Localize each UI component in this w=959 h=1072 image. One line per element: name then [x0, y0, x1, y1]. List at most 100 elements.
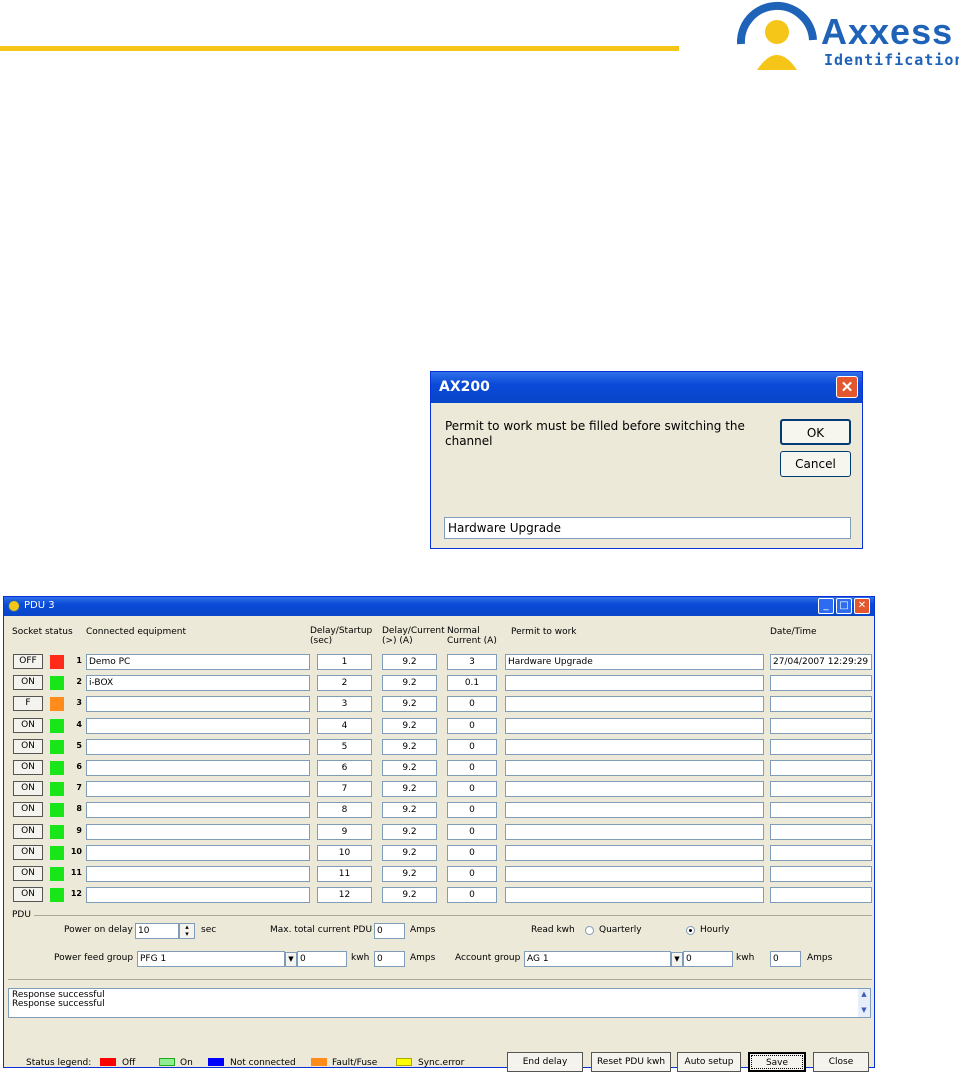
- socket-toggle-button[interactable]: ON: [13, 781, 43, 797]
- normal-current-input[interactable]: 0: [447, 781, 497, 798]
- socket-toggle-button[interactable]: ON: [13, 823, 43, 839]
- socket-toggle-button[interactable]: ON: [13, 844, 43, 860]
- log-scrollbar[interactable]: ▲ ▼: [858, 989, 870, 1017]
- socket-toggle-button[interactable]: ON: [13, 717, 43, 733]
- socket-toggle-button[interactable]: ON: [13, 738, 43, 754]
- datetime-input[interactable]: [770, 738, 872, 755]
- delay-current-input[interactable]: 9.2: [382, 738, 437, 755]
- equipment-input[interactable]: [86, 738, 310, 755]
- normal-current-input[interactable]: 0: [447, 866, 497, 882]
- normal-current-input[interactable]: 0.1: [447, 675, 497, 692]
- permit-to-work-input[interactable]: [505, 675, 764, 692]
- delay-current-input[interactable]: 9.2: [382, 654, 437, 670]
- normal-current-input[interactable]: 0: [447, 696, 497, 713]
- delay-current-input[interactable]: 9.2: [382, 844, 437, 861]
- equipment-input[interactable]: i-BOX: [86, 675, 310, 692]
- delay-current-input[interactable]: 9.2: [382, 802, 437, 819]
- permit-input[interactable]: Hardware Upgrade: [444, 517, 851, 539]
- scroll-down-icon[interactable]: ▼: [858, 1005, 870, 1015]
- socket-toggle-button[interactable]: ON: [13, 866, 43, 881]
- delay-current-input[interactable]: 9.2: [382, 887, 437, 904]
- power-on-delay-spinner[interactable]: ▴ ▾: [179, 923, 195, 939]
- normal-current-input[interactable]: 3: [447, 654, 497, 670]
- minimize-button[interactable]: _: [818, 598, 834, 614]
- datetime-input[interactable]: [770, 717, 872, 734]
- reset-pdu-kwh-button[interactable]: Reset PDU kwh: [591, 1052, 671, 1072]
- delay-startup-input[interactable]: 3: [317, 696, 372, 713]
- delay-current-input[interactable]: 9.2: [382, 675, 437, 692]
- permit-to-work-input[interactable]: [505, 717, 764, 734]
- auto-setup-button[interactable]: Auto setup: [677, 1052, 741, 1072]
- delay-current-input[interactable]: 9.2: [382, 781, 437, 798]
- datetime-input[interactable]: [770, 823, 872, 840]
- permit-to-work-input[interactable]: [505, 738, 764, 755]
- normal-current-input[interactable]: 0: [447, 802, 497, 819]
- delay-current-input[interactable]: 9.2: [382, 696, 437, 713]
- power-on-delay-input[interactable]: 10: [135, 923, 179, 939]
- delay-startup-input[interactable]: 7: [317, 781, 372, 798]
- scroll-up-icon[interactable]: ▲: [858, 989, 870, 999]
- permit-to-work-input[interactable]: [505, 781, 764, 798]
- delay-startup-input[interactable]: 8: [317, 802, 372, 819]
- equipment-input[interactable]: [86, 887, 310, 904]
- permit-to-work-input[interactable]: [505, 760, 764, 776]
- end-delay-button[interactable]: End delay: [507, 1052, 583, 1072]
- cancel-button[interactable]: Cancel: [780, 451, 851, 477]
- permit-to-work-input[interactable]: [505, 802, 764, 819]
- delay-startup-input[interactable]: 2: [317, 675, 372, 692]
- permit-to-work-input[interactable]: [505, 866, 764, 882]
- delay-current-input[interactable]: 9.2: [382, 717, 437, 734]
- datetime-input[interactable]: [770, 760, 872, 776]
- delay-current-input[interactable]: 9.2: [382, 823, 437, 840]
- normal-current-input[interactable]: 0: [447, 823, 497, 840]
- delay-startup-input[interactable]: 4: [317, 717, 372, 734]
- equipment-input[interactable]: [86, 823, 310, 840]
- permit-to-work-input[interactable]: [505, 823, 764, 840]
- ok-button[interactable]: OK: [780, 419, 851, 445]
- normal-current-input[interactable]: 0: [447, 717, 497, 734]
- socket-toggle-button[interactable]: ON: [13, 887, 43, 903]
- power-feed-group-dropdown-icon[interactable]: ▼: [285, 952, 297, 967]
- close-button[interactable]: Close: [813, 1052, 869, 1072]
- hourly-radio[interactable]: [686, 926, 695, 935]
- datetime-input[interactable]: [770, 675, 872, 692]
- pfg-kwh-input[interactable]: 0: [297, 951, 347, 967]
- equipment-input[interactable]: [86, 844, 310, 861]
- socket-toggle-button[interactable]: F: [13, 696, 43, 712]
- account-group-select[interactable]: AG 1: [524, 951, 671, 967]
- dialog-close-button[interactable]: ✕: [836, 376, 858, 398]
- datetime-input[interactable]: [770, 781, 872, 798]
- delay-startup-input[interactable]: 12: [317, 887, 372, 904]
- quarterly-radio[interactable]: [585, 926, 594, 935]
- max-current-input[interactable]: 0: [374, 923, 405, 939]
- normal-current-input[interactable]: 0: [447, 844, 497, 861]
- delay-current-input[interactable]: 9.2: [382, 866, 437, 882]
- account-group-dropdown-icon[interactable]: ▼: [671, 952, 683, 967]
- normal-current-input[interactable]: 0: [447, 760, 497, 776]
- socket-toggle-button[interactable]: OFF: [13, 654, 43, 669]
- normal-current-input[interactable]: 0: [447, 887, 497, 904]
- datetime-input[interactable]: 27/04/2007 12:29:29: [770, 654, 872, 670]
- response-log[interactable]: Response successful Response successful …: [8, 988, 871, 1018]
- delay-current-input[interactable]: 9.2: [382, 760, 437, 776]
- normal-current-input[interactable]: 0: [447, 738, 497, 755]
- delay-startup-input[interactable]: 9: [317, 823, 372, 840]
- datetime-input[interactable]: [770, 696, 872, 713]
- power-feed-group-select[interactable]: PFG 1: [137, 951, 285, 967]
- equipment-input[interactable]: [86, 696, 310, 713]
- delay-startup-input[interactable]: 10: [317, 844, 372, 861]
- permit-to-work-input[interactable]: Hardware Upgrade: [505, 654, 764, 670]
- save-button[interactable]: Save: [748, 1052, 806, 1072]
- delay-startup-input[interactable]: 5: [317, 738, 372, 755]
- permit-to-work-input[interactable]: [505, 844, 764, 861]
- datetime-input[interactable]: [770, 887, 872, 904]
- equipment-input[interactable]: [86, 760, 310, 776]
- window-close-button[interactable]: ✕: [854, 598, 870, 614]
- socket-toggle-button[interactable]: ON: [13, 675, 43, 691]
- datetime-input[interactable]: [770, 866, 872, 882]
- delay-startup-input[interactable]: 1: [317, 654, 372, 670]
- delay-startup-input[interactable]: 11: [317, 866, 372, 882]
- socket-toggle-button[interactable]: ON: [13, 802, 43, 818]
- pfg-amps-input[interactable]: 0: [374, 951, 405, 967]
- equipment-input[interactable]: [86, 781, 310, 798]
